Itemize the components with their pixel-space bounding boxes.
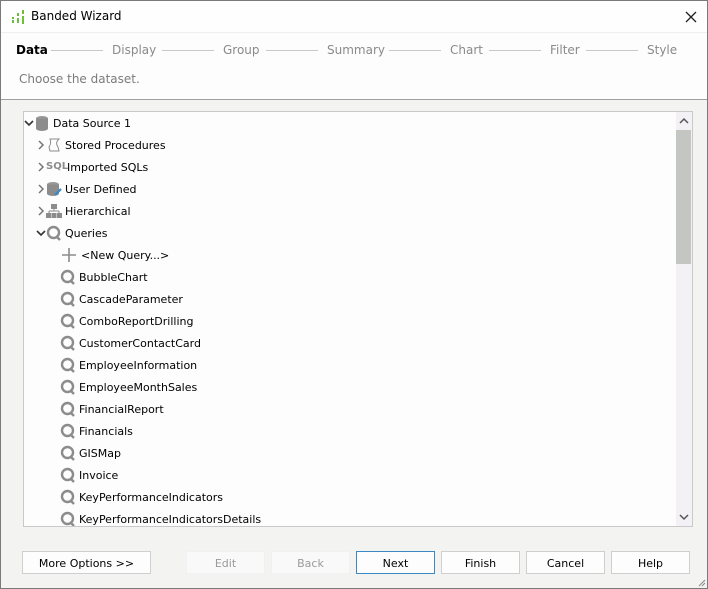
help-button[interactable]: Help xyxy=(611,551,690,574)
chevron-right-icon[interactable] xyxy=(36,206,46,216)
wizard-window: Banded Wizard Data Display Group Summary… xyxy=(0,0,708,589)
edit-button[interactable]: Edit xyxy=(186,551,265,574)
tree-node-label: Invoice xyxy=(79,468,119,482)
step-summary[interactable]: Summary xyxy=(327,43,385,57)
scrollbar-thumb[interactable] xyxy=(676,130,691,264)
step-chart[interactable]: Chart xyxy=(450,43,483,57)
step-divider xyxy=(489,50,541,51)
tree-node-label: User Defined xyxy=(65,182,137,196)
tree-node-label: Stored Procedures xyxy=(65,138,166,152)
tree-node-query[interactable]: CascadeParameter xyxy=(60,288,183,310)
close-icon[interactable] xyxy=(681,7,701,27)
window-title: Banded Wizard xyxy=(31,9,122,23)
query-icon xyxy=(60,401,75,417)
tree-node-query[interactable]: ComboReportDrilling xyxy=(60,310,193,332)
title-bar: Banded Wizard xyxy=(1,1,707,32)
step-style[interactable]: Style xyxy=(647,43,677,57)
tree-node-query[interactable]: FinancialReport xyxy=(60,398,164,420)
step-divider xyxy=(389,50,441,51)
tree-node-label: KeyPerformanceIndicators xyxy=(79,490,223,504)
vertical-scrollbar[interactable] xyxy=(676,112,692,526)
tree-node-queries[interactable]: Queries xyxy=(36,222,107,244)
query-icon xyxy=(60,269,75,285)
query-icon xyxy=(60,379,75,395)
scroll-icon xyxy=(48,138,61,152)
tree-node-query[interactable]: BubbleChart xyxy=(60,266,148,288)
query-icon xyxy=(60,423,75,439)
tree-node-query[interactable]: Invoice xyxy=(60,464,118,486)
query-icon xyxy=(46,225,61,241)
tree-node-hierarchical[interactable]: Hierarchical xyxy=(36,200,131,222)
tree-node-imported-sqls[interactable]: SQL Imported SQLs xyxy=(36,156,148,178)
step-divider xyxy=(51,50,103,51)
step-divider xyxy=(586,50,638,51)
sql-icon: SQL xyxy=(46,161,69,172)
resize-grip-icon[interactable] xyxy=(696,577,706,587)
tree-node-query[interactable]: CustomerContactCard xyxy=(60,332,201,354)
step-group[interactable]: Group xyxy=(223,43,260,57)
query-icon xyxy=(60,313,75,329)
more-options-button[interactable]: More Options >> xyxy=(22,551,151,574)
next-button[interactable]: Next xyxy=(356,551,435,574)
query-icon xyxy=(60,357,75,373)
tree-node-query[interactable]: EmployeeInformation xyxy=(60,354,197,376)
chevron-right-icon[interactable] xyxy=(36,184,46,194)
back-button[interactable]: Back xyxy=(271,551,350,574)
tree-node-label: <New Query...> xyxy=(81,248,170,262)
tree-node-label: Hierarchical xyxy=(65,204,131,218)
hierarchy-icon xyxy=(46,204,62,218)
tree-node-label: EmployeeInformation xyxy=(79,358,198,372)
step-divider xyxy=(266,50,318,51)
chevron-down-icon[interactable] xyxy=(24,118,34,128)
tree-node-query[interactable]: KeyPerformanceIndicatorsDetails xyxy=(60,508,262,526)
query-icon xyxy=(60,467,75,483)
tree-node-label: ComboReportDrilling xyxy=(79,314,194,328)
step-divider xyxy=(162,50,214,51)
wizard-header: Data Display Group Summary Chart Filter … xyxy=(1,32,707,100)
dataset-tree: Data Source 1 Stored Procedures SQL Impo… xyxy=(23,111,693,527)
scroll-down-icon[interactable] xyxy=(678,511,690,523)
query-icon xyxy=(60,511,75,526)
tree-node-label: EmployeeMonthSales xyxy=(79,380,198,394)
plus-icon xyxy=(62,248,76,262)
chevron-down-icon[interactable] xyxy=(36,228,46,238)
tree-node-label: BubbleChart xyxy=(79,270,148,284)
query-icon xyxy=(60,291,75,307)
step-display[interactable]: Display xyxy=(112,43,156,57)
tree-node-label: Queries xyxy=(65,226,108,240)
tree-node-label: Financials xyxy=(79,424,133,438)
query-icon xyxy=(60,445,75,461)
tree-node-label: Imported SQLs xyxy=(67,160,149,174)
database-icon xyxy=(36,116,48,131)
tree-node-label: CustomerContactCard xyxy=(79,336,201,350)
tree-node-new-query[interactable]: <New Query...> xyxy=(60,244,169,266)
cancel-button[interactable]: Cancel xyxy=(526,551,605,574)
tree-node-label: CascadeParameter xyxy=(79,292,183,306)
tree-node-query[interactable]: KeyPerformanceIndicators xyxy=(60,486,223,508)
query-icon xyxy=(60,335,75,351)
chevron-right-icon[interactable] xyxy=(36,162,46,172)
chevron-right-icon[interactable] xyxy=(36,140,46,150)
scroll-up-icon[interactable] xyxy=(678,115,690,127)
tree-node-stored-procedures[interactable]: Stored Procedures xyxy=(36,134,166,156)
tree-node-label: Data Source 1 xyxy=(53,116,132,130)
tree-node-query[interactable]: Financials xyxy=(60,420,133,442)
query-icon xyxy=(60,489,75,505)
tree-node-label: KeyPerformanceIndicatorsDetails xyxy=(79,512,262,526)
bar-chart-icon xyxy=(12,10,24,24)
tree-node-query[interactable]: GISMap xyxy=(60,442,121,464)
step-data[interactable]: Data xyxy=(16,43,48,57)
tree-node-query[interactable]: EmployeeMonthSales xyxy=(60,376,197,398)
tree-node-data-source[interactable]: Data Source 1 xyxy=(24,112,131,134)
finish-button[interactable]: Finish xyxy=(441,551,520,574)
step-filter[interactable]: Filter xyxy=(550,43,580,57)
step-navigator: Data Display Group Summary Chart Filter … xyxy=(1,43,707,59)
tree-node-user-defined[interactable]: User Defined xyxy=(36,178,136,200)
tree-node-label: GISMap xyxy=(79,446,121,460)
database-edit-icon xyxy=(47,182,62,196)
tree-node-label: FinancialReport xyxy=(79,402,164,416)
step-description: Choose the dataset. xyxy=(19,72,140,86)
